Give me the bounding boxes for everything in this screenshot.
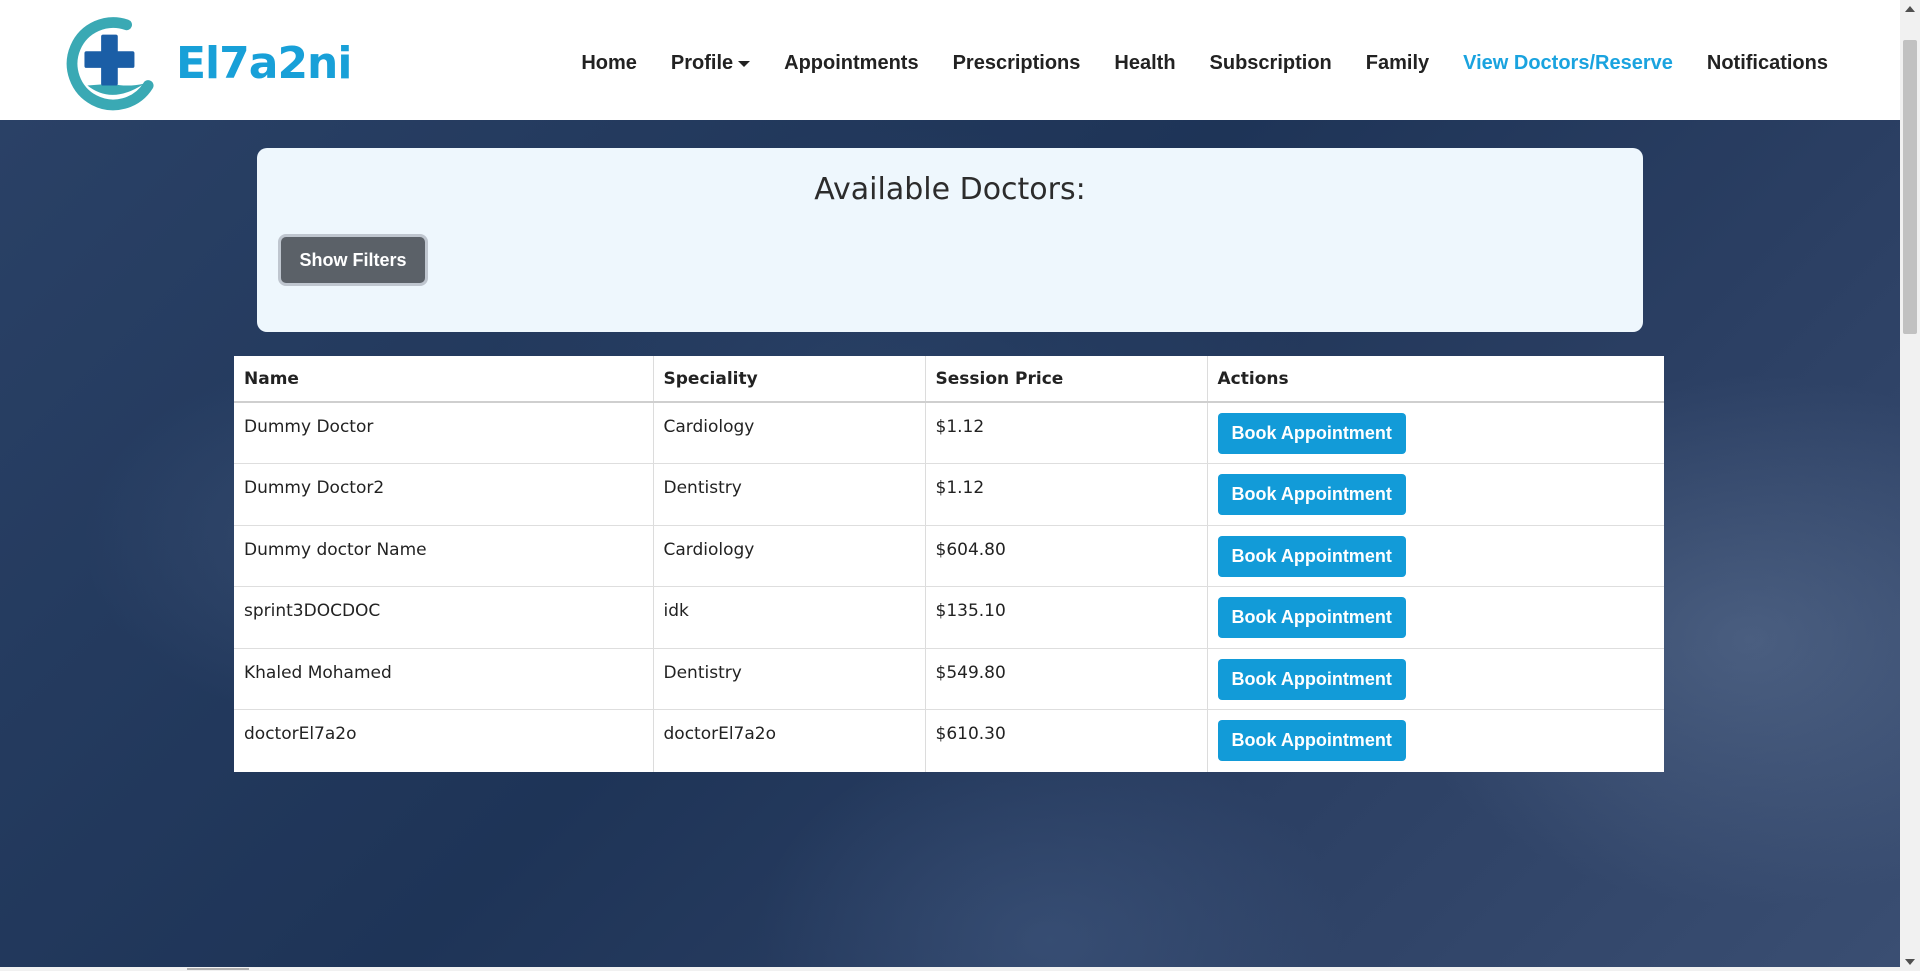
- doctors-table: Name Speciality Session Price Actions Du…: [234, 356, 1664, 772]
- actions-cell: Book Appointment: [1207, 586, 1664, 649]
- doctor-speciality: Cardiology: [653, 525, 926, 588]
- book-appointment-button[interactable]: Book Appointment: [1217, 658, 1406, 700]
- scroll-down-arrow-icon[interactable]: [1905, 959, 1915, 965]
- nav-health[interactable]: Health: [1114, 52, 1175, 75]
- doctor-name: doctorEl7a2o: [234, 709, 654, 772]
- doctor-name: Dummy Doctor: [234, 402, 654, 465]
- nav-home[interactable]: Home: [581, 52, 637, 75]
- column-header-actions: Actions: [1207, 356, 1664, 403]
- nav-notifications[interactable]: Notifications: [1707, 52, 1828, 75]
- doctors-table-container: Name Speciality Session Price Actions Du…: [234, 356, 1664, 772]
- session-price: $1.12: [925, 463, 1208, 526]
- doctor-speciality: doctorEl7a2o: [653, 709, 926, 772]
- book-appointment-button[interactable]: Book Appointment: [1217, 597, 1406, 639]
- session-price: $135.10: [925, 586, 1208, 649]
- horizontal-scrollbar[interactable]: [0, 967, 1900, 971]
- doctor-speciality: Dentistry: [653, 648, 926, 711]
- book-appointment-button[interactable]: Book Appointment: [1217, 535, 1406, 577]
- brand-name[interactable]: El7a2ni: [176, 38, 352, 89]
- table-header-row: Name Speciality Session Price Actions: [234, 356, 1664, 403]
- doctor-speciality: Cardiology: [653, 402, 926, 465]
- doctor-name: sprint3DOCDOC: [234, 586, 654, 649]
- doctor-name: Dummy doctor Name: [234, 525, 654, 588]
- session-price: $549.80: [925, 648, 1208, 711]
- table-row: doctorEl7a2o doctorEl7a2o $610.30 Book A…: [234, 709, 1664, 772]
- book-appointment-button[interactable]: Book Appointment: [1217, 413, 1406, 454]
- nav-profile[interactable]: Profile: [670, 52, 751, 75]
- actions-cell: Book Appointment: [1207, 463, 1664, 526]
- doctor-speciality: idk: [653, 586, 926, 649]
- table-row: Dummy Doctor Cardiology $1.12 Book Appoi…: [234, 402, 1664, 465]
- actions-cell: Book Appointment: [1207, 710, 1664, 772]
- page-title: Available Doctors:: [814, 172, 1086, 207]
- nav-family[interactable]: Family: [1366, 52, 1429, 75]
- table-row: Khaled Mohamed Dentistry $549.80 Book Ap…: [234, 648, 1664, 711]
- nav-subscription[interactable]: Subscription: [1210, 52, 1332, 75]
- nav-prescriptions[interactable]: Prescriptions: [953, 52, 1081, 75]
- doctor-name: Khaled Mohamed: [234, 648, 654, 711]
- column-header-session-price: Session Price: [925, 356, 1208, 403]
- vertical-scrollbar[interactable]: [1900, 0, 1920, 971]
- session-price: $1.12: [925, 402, 1208, 465]
- doctor-speciality: Dentistry: [653, 463, 926, 526]
- actions-cell: Book Appointment: [1207, 648, 1664, 711]
- session-price: $604.80: [925, 525, 1208, 588]
- nav-appointments[interactable]: Appointments: [784, 52, 918, 75]
- table-row: sprint3DOCDOC idk $135.10 Book Appointme…: [234, 586, 1664, 649]
- nav-view-doctors-reserve[interactable]: View Doctors/Reserve: [1463, 52, 1673, 75]
- book-appointment-button[interactable]: Book Appointment: [1217, 720, 1406, 762]
- caret-down-icon: [738, 60, 751, 67]
- session-price: $610.30: [925, 709, 1208, 772]
- table-row: Dummy doctor Name Cardiology $604.80 Boo…: [234, 525, 1664, 588]
- navbar: El7a2ni Home Profile Appointments Prescr…: [0, 0, 1900, 120]
- actions-cell: Book Appointment: [1207, 402, 1664, 465]
- show-filters-button[interactable]: Show Filters: [278, 234, 428, 286]
- column-header-name: Name: [234, 356, 654, 403]
- doctor-name: Dummy Doctor2: [234, 463, 654, 526]
- nav-profile-label: Profile: [670, 52, 734, 74]
- actions-cell: Book Appointment: [1207, 525, 1664, 588]
- column-header-speciality: Speciality: [653, 356, 926, 403]
- main-nav: Home Profile Appointments Prescriptions …: [581, 52, 1828, 75]
- doctors-header-panel: Available Doctors: Show Filters: [257, 148, 1643, 332]
- table-row: Dummy Doctor2 Dentistry $1.12 Book Appoi…: [234, 463, 1664, 526]
- horizontal-scrollbar-thumb[interactable]: [187, 968, 249, 970]
- medical-cross-hand-icon[interactable]: [58, 15, 156, 113]
- scroll-up-arrow-icon[interactable]: [1905, 6, 1915, 12]
- book-appointment-button[interactable]: Book Appointment: [1217, 474, 1406, 516]
- scrollbar-thumb[interactable]: [1903, 40, 1917, 334]
